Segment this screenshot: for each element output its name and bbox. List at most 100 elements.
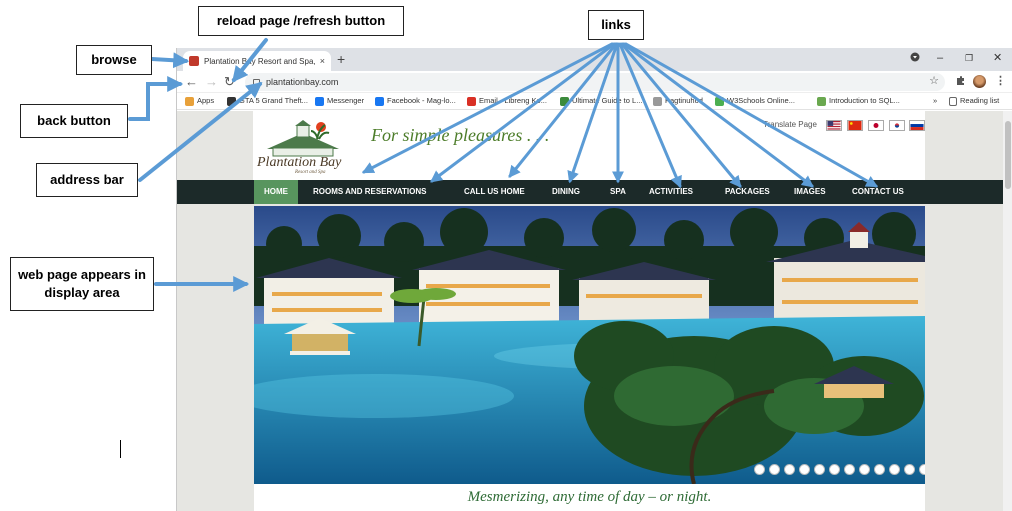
tab-title: Plantation Bay Resort and Spa, C [204, 56, 315, 66]
browser-toolbar: ← → ↻ plantationbay.com ☆ ⋮ [177, 71, 1012, 93]
nav-link-dining[interactable]: DINING [552, 180, 580, 204]
site-favicon-icon [189, 56, 199, 66]
us-flag-icon[interactable] [826, 120, 842, 131]
bookmark-label: W3Schools Online... [727, 96, 795, 105]
slide-dot[interactable] [829, 464, 840, 475]
minimize-button[interactable]: – [937, 51, 943, 65]
sql-icon [817, 96, 826, 106]
guide-icon [560, 96, 569, 106]
nav-link-spa[interactable]: SPA [610, 180, 626, 204]
facebook-icon [375, 96, 384, 106]
site-logo[interactable]: Plantation Bay Resort and Spa [257, 119, 349, 175]
bookmark-item[interactable]: GTA 5 Grand Theft... [227, 95, 308, 107]
bookmark-label: Ultimate Guide to L... [572, 96, 643, 105]
hero-slideshow[interactable] [254, 206, 925, 484]
nav-link-activities[interactable]: ACTIVITIES [649, 180, 693, 204]
bookmark-item[interactable]: Facebook - Mag-lo... [375, 95, 456, 107]
forward-button[interactable]: → [205, 74, 218, 90]
new-tab-button[interactable]: + [337, 51, 345, 67]
slide-dot[interactable] [814, 464, 825, 475]
scrollbar-thumb[interactable] [1005, 121, 1011, 189]
bookmark-label: Facebook - Mag-lo... [387, 96, 456, 105]
bookmark-item[interactable]: W3Schools Online... [715, 95, 795, 107]
gmail-icon [467, 96, 476, 106]
slide-dot[interactable] [889, 464, 900, 475]
music-icon [653, 96, 662, 106]
w3schools-icon [715, 96, 724, 106]
tab-search-icon[interactable] [910, 52, 920, 66]
bookmark-label: Pagtinuhod [665, 96, 703, 105]
back-arrow [128, 76, 184, 121]
russia-flag-icon[interactable] [909, 120, 925, 131]
callout-back-button: back button [20, 104, 128, 138]
site-motto: Mesmerizing, any time of day – or night. [467, 489, 712, 505]
apps-grid-icon [185, 96, 194, 106]
nav-link-home[interactable]: HOME [254, 180, 298, 204]
bookmark-label: Email - Libreng Ko... [479, 96, 547, 105]
facebook-icon [315, 96, 324, 106]
logo-text: Plantation Bay [257, 155, 342, 170]
korea-flag-icon[interactable] [889, 120, 905, 131]
slide-dot[interactable] [784, 464, 795, 475]
slide-dot[interactable] [754, 464, 765, 475]
address-bar[interactable]: plantationbay.com ☆ [245, 73, 945, 91]
motto-strip: Mesmerizing, any time of day – or night. [254, 484, 925, 511]
page-display-area: Plantation Bay Resort and Spa For simple… [177, 111, 1003, 511]
text-caret [120, 440, 121, 458]
slide-dot[interactable] [769, 464, 780, 475]
browser-tab[interactable]: Plantation Bay Resort and Spa, C × [183, 51, 331, 71]
reload-button[interactable]: ↻ [224, 74, 235, 90]
bookmark-item[interactable]: Messenger [315, 95, 364, 107]
reading-list-button[interactable]: Reading list [949, 95, 999, 107]
resort-photo [254, 206, 925, 484]
profile-avatar[interactable] [973, 75, 986, 88]
nav-link-contact-us[interactable]: CONTACT US [852, 180, 904, 204]
menu-kebab-icon[interactable]: ⋮ [995, 75, 1006, 88]
gta-icon [227, 96, 236, 106]
slide-dot[interactable] [874, 464, 885, 475]
bookmark-label: Introduction to SQL... [829, 96, 900, 105]
address-bar-url[interactable]: plantationbay.com [266, 77, 338, 87]
nav-link-packages[interactable]: PACKAGES [725, 180, 770, 204]
bookmark-item[interactable]: Apps [185, 95, 214, 107]
bookmark-star-icon[interactable]: ☆ [929, 74, 939, 87]
annotated-screenshot: Plantation Bay Resort and Spa, C × + – ❐… [0, 0, 1012, 511]
site-tagline: For simple pleasures . . . [371, 125, 550, 145]
more-bookmarks-icon[interactable]: » [933, 95, 937, 107]
bookmark-item[interactable]: Pagtinuhod [653, 95, 703, 107]
nav-link-call-us-home[interactable]: CALL US HOME [464, 180, 525, 204]
extensions-icon[interactable] [955, 75, 966, 90]
slide-dot[interactable] [904, 464, 915, 475]
back-button[interactable]: ← [185, 74, 198, 90]
china-flag-icon[interactable] [847, 120, 863, 131]
slide-dot[interactable] [799, 464, 810, 475]
browser-window: Plantation Bay Resort and Spa, C × + – ❐… [176, 48, 1012, 511]
reading-list-icon [949, 96, 957, 106]
bookmarks-bar: Apps GTA 5 Grand Theft... Messenger Faceboo… [177, 93, 1012, 110]
translate-page-label: Translate Page [763, 120, 817, 129]
callout-address-bar: address bar [36, 163, 138, 197]
close-window-button[interactable]: ✕ [993, 51, 1002, 65]
nav-link-rooms-and-reservations[interactable]: ROOMS AND RESERVATIONS [313, 180, 427, 204]
bookmark-item[interactable]: Email - Libreng Ko... [467, 95, 547, 107]
bookmark-item[interactable]: Introduction to SQL... [817, 95, 900, 107]
bookmark-item[interactable]: Ultimate Guide to L... [560, 95, 642, 107]
lock-icon [253, 79, 260, 87]
nav-link-images[interactable]: IMAGES [794, 180, 826, 204]
slide-dot[interactable] [844, 464, 855, 475]
bookmark-label: Apps [197, 96, 215, 105]
tab-strip: Plantation Bay Resort and Spa, C × + – ❐… [177, 48, 1012, 71]
bookmark-label: GTA 5 Grand Theft... [239, 96, 308, 105]
bookmark-label: Messenger [327, 96, 365, 105]
slide-dot[interactable] [919, 464, 925, 475]
callout-reload: reload page /refresh button [198, 6, 404, 36]
logo-subtext: Resort and Spa [295, 170, 326, 175]
tab-close-icon[interactable]: × [320, 56, 325, 66]
callout-display-area: web page appears in display area [10, 257, 154, 311]
site-nav-bar: HOME ROOMS AND RESERVATIONS CALL US HOME DI… [177, 180, 1003, 204]
callout-browse: browse [76, 45, 152, 75]
reading-list-label: Reading list [960, 96, 1000, 105]
japan-flag-icon[interactable] [868, 120, 884, 131]
slide-dot[interactable] [859, 464, 870, 475]
restore-button[interactable]: ❐ [965, 51, 973, 65]
